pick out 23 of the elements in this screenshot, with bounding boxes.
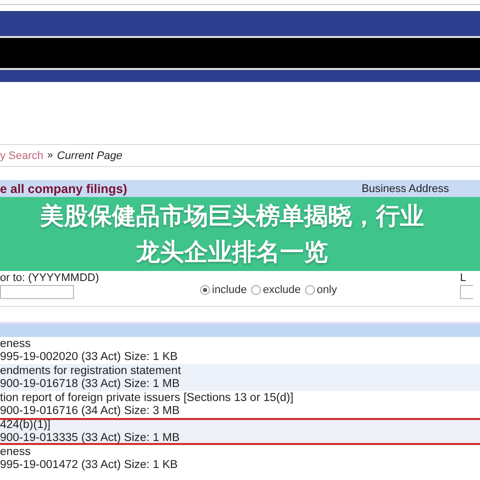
radio-option[interactable]: only xyxy=(304,284,337,296)
breadcrumb-separator: » xyxy=(47,150,53,161)
banner-title: 美股保健品市场巨头榜单揭晓，行业龙头企业排名一览 xyxy=(40,201,424,268)
date-label: or to: (YYYYMMDD) xyxy=(0,272,100,284)
filing-description: endments for registration statement xyxy=(0,364,182,378)
filing-details: 900-19-016716 (34 Act) Size: 3 MB xyxy=(0,404,181,418)
filings-title: e all company filings) xyxy=(0,182,128,196)
breadcrumb-current: Current Page xyxy=(56,150,122,162)
limit-input-field[interactable] xyxy=(460,285,473,299)
filing-description: eness xyxy=(0,338,32,350)
filing-details: 995-19-002020 (33 Act) Size: 1 KB xyxy=(0,350,179,364)
filing-details: 900-19-016718 (33 Act) Size: 1 MB xyxy=(0,378,181,390)
breadcrumb-link[interactable]: y Search xyxy=(0,150,44,162)
radio-option[interactable]: include xyxy=(200,284,247,296)
filing-description: tion report of foreign private issuers [Sections 13 or 15(d)] xyxy=(0,392,294,404)
filing-description: eness xyxy=(0,446,32,458)
filing-details: 995-19-001472 (33 Act) Size: 1 KB xyxy=(0,458,179,472)
business-address-label: Business Address xyxy=(362,182,449,194)
filing-description: 424(b)(1)] xyxy=(0,418,52,432)
limit-label: L xyxy=(460,272,468,284)
filing-details: 900-19-013335 (33 Act) Size: 1 MB xyxy=(0,432,181,444)
date-input-field[interactable] xyxy=(0,285,74,299)
radio-option[interactable]: exclude xyxy=(250,284,301,296)
